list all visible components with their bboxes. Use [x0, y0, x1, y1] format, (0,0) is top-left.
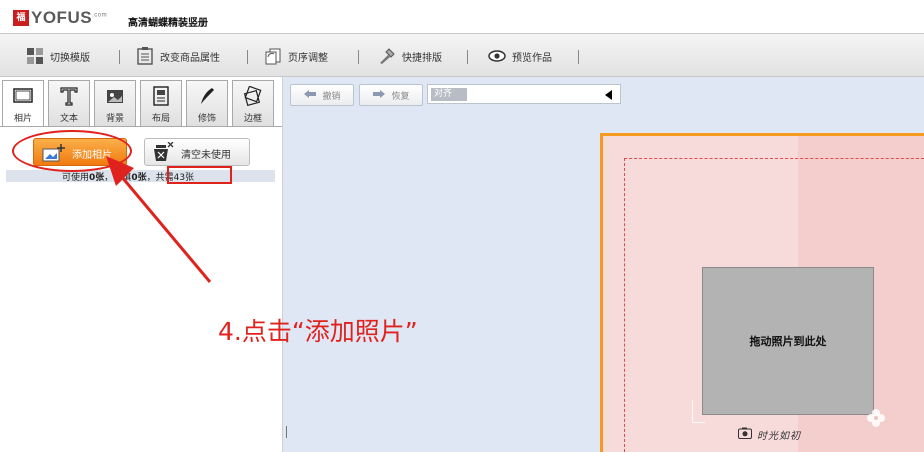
available-label: 可使用 [62, 173, 90, 183]
toolbar-divider [578, 50, 579, 64]
background-icon [105, 86, 125, 106]
toolbar-divider [467, 50, 468, 64]
tab-decoration-label: 修饰 [197, 114, 216, 124]
main-toolbar: 切换模版 改变商品属性 页序调整 快捷排版 预览作品 [0, 34, 924, 77]
annotation-arrow [106, 156, 212, 283]
redo-button[interactable]: 恢复 [359, 84, 423, 106]
page-order-icon [264, 47, 282, 65]
camera-icon [738, 427, 752, 439]
toolbar-divider [358, 50, 359, 64]
tab-decoration[interactable]: 修饰 [186, 80, 228, 127]
tab-strip-divider [0, 126, 282, 127]
text-icon [59, 86, 79, 106]
tab-photos[interactable]: 相片 [2, 80, 44, 127]
template-icon [26, 47, 44, 65]
canvas-toolbar: 撤销 恢复 对齐 [283, 77, 924, 111]
logo-mark: 福 [13, 10, 29, 26]
redo-label: 恢复 [391, 91, 410, 102]
page-caption: 时光如初 [757, 431, 801, 442]
tab-background[interactable]: 背景 [94, 80, 136, 127]
quick-layout-icon [378, 47, 396, 65]
tab-layout-label: 布局 [151, 114, 170, 124]
brand-logo: YOFUS.com [31, 8, 107, 28]
dropdown-arrow-icon [605, 90, 612, 100]
layout-icon [151, 86, 171, 106]
switch-template-button[interactable]: 切换模版 [26, 47, 90, 65]
tab-photos-label: 相片 [13, 114, 32, 124]
redo-icon [372, 89, 386, 102]
corner-ornament [692, 400, 705, 423]
preview-work-label: 预览作品 [512, 52, 552, 64]
photo-frame-icon [13, 86, 33, 106]
tab-text[interactable]: 文本 [48, 80, 90, 127]
border-icon [243, 85, 263, 107]
decoration-icon [197, 86, 217, 106]
tab-text-label: 文本 [59, 114, 78, 124]
tab-layout[interactable]: 布局 [140, 80, 182, 127]
page-order-label: 页序调整 [288, 52, 328, 64]
quick-layout-button[interactable]: 快捷排版 [378, 47, 442, 65]
undo-label: 撤销 [322, 91, 341, 102]
undo-icon [303, 89, 317, 102]
drop-zone-hint: 拖动照片到此处 [749, 335, 827, 348]
toolbar-divider [247, 50, 248, 64]
align-label: 对齐 [431, 88, 467, 101]
preview-work-button[interactable]: 预览作品 [488, 47, 552, 65]
panel-resize-handle[interactable] [286, 426, 287, 438]
page-order-button[interactable]: 页序调整 [264, 47, 328, 65]
instruction-text: 4.点击“添加照片” [218, 317, 418, 346]
logo-sup: .com [92, 12, 108, 19]
properties-icon [136, 47, 154, 65]
logo-text: YOFUS [31, 8, 93, 27]
undo-button[interactable]: 撤销 [290, 84, 354, 106]
toolbar-divider [119, 50, 120, 64]
eye-icon [488, 47, 506, 65]
align-dropdown[interactable]: 对齐 [427, 84, 621, 104]
change-properties-button[interactable]: 改变商品属性 [136, 47, 220, 65]
flower-icon [866, 408, 886, 428]
app-title: 高清蝴蝶精装竖册 [128, 18, 208, 29]
tab-background-label: 背景 [105, 114, 124, 124]
quick-layout-label: 快捷排版 [402, 52, 442, 64]
tab-border-label: 边框 [243, 114, 262, 124]
change-properties-label: 改变商品属性 [160, 52, 220, 64]
tab-border[interactable]: 边框 [232, 80, 274, 127]
switch-template-label: 切换模版 [50, 52, 90, 64]
